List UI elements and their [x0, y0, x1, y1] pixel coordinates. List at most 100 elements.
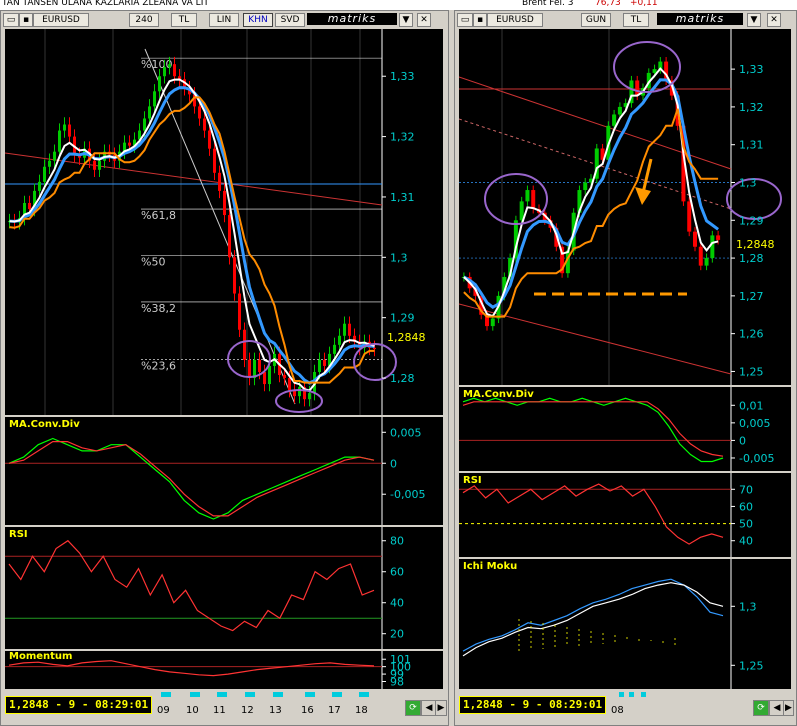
currency-button[interactable]: TL — [171, 13, 197, 27]
svd-button[interactable]: SVD — [275, 13, 305, 27]
axis-tick-label: 1,33 — [739, 63, 764, 76]
candle-body — [43, 166, 46, 182]
current-price-label: 1,2848 — [387, 331, 426, 344]
axis-tick-label: 1,29 — [739, 214, 764, 227]
axis-tick-label: 1,33 — [390, 70, 415, 83]
right-price-panel[interactable]: 1,33 1,32 1,31 1,3 1,29 1,28 1,27 1,26 1,25 1,28… — [458, 29, 791, 385]
close-icon[interactable]: ✕ — [767, 13, 781, 27]
candle-body — [698, 246, 703, 266]
indicator-line — [462, 397, 724, 463]
khn-button[interactable]: KHN — [243, 13, 273, 27]
close-icon[interactable]: ✕ — [417, 13, 431, 27]
left-price-chart: %100%61,8%50%38,2%23,6%0% -4,51 1,331,32… — [4, 29, 441, 485]
candle-body — [93, 160, 96, 170]
trend-line — [4, 152, 383, 206]
rsi-title: RSI — [463, 475, 482, 486]
axis-tick-label: -0,005 — [739, 452, 774, 465]
left-macd-panel[interactable]: 0,005 0 -0,005 MA.Conv.Div — [5, 417, 443, 525]
candle-body — [98, 160, 101, 170]
macd-title: MA.Conv.Div — [463, 389, 534, 400]
right-rsi-panel[interactable]: 70 60 50 40 RSI — [459, 473, 791, 559]
candle-body — [348, 323, 351, 336]
fib-level-label: %61,8 — [141, 209, 176, 222]
axis-tick-label: 80 — [390, 535, 404, 548]
candle-body — [333, 344, 336, 354]
candle-body — [48, 160, 51, 167]
candle-body — [53, 151, 56, 161]
axis-tick-label: 1,3 — [739, 600, 757, 613]
right-chart-window: ▭ ▪ EURUSD GUN TL matriks ▼ ✕ 1,33 1,32 … — [454, 10, 797, 726]
right-toolbar: ▭ ▪ EURUSD GUN TL matriks ▼ ✕ — [457, 13, 794, 27]
left-momentum-panel[interactable]: 101 100 99 98 Momentum — [5, 651, 443, 689]
candle-body — [490, 318, 495, 327]
axis-tick-label: 40 — [739, 535, 753, 548]
candle-body — [323, 359, 326, 366]
left-rsi-chart: 80 60 40 20 — [5, 527, 404, 649]
axis-tick-label: 98 — [390, 676, 404, 689]
date-tick-label: 08 — [611, 705, 624, 716]
ticker-change: +0,11 — [630, 0, 658, 8]
candle-body — [343, 323, 346, 336]
currency-button[interactable]: TL — [623, 13, 649, 27]
date-tick-label: 13 — [269, 705, 282, 716]
left-price-panel[interactable]: %100%61,8%50%38,2%23,6%0% -4,51 1,331,32… — [4, 29, 443, 485]
axis-tick-label: 1,25 — [739, 659, 764, 672]
candle-body — [583, 182, 588, 191]
date-marker — [190, 692, 200, 697]
chart-type-icon[interactable]: ▪ — [19, 13, 33, 27]
axis-tick-label: 0,01 — [739, 399, 764, 412]
candle-body — [308, 393, 311, 400]
axis-tick-label: 1,3 — [739, 176, 757, 189]
candle-body — [248, 359, 251, 379]
period-button[interactable]: 240 — [129, 13, 159, 27]
chart-type-icon[interactable]: ▪ — [473, 13, 487, 27]
current-price-label: 1,2848 — [736, 238, 775, 251]
axis-tick-label: 1,32 — [390, 131, 415, 144]
scroll-right-icon[interactable]: ▶ — [783, 700, 794, 716]
news-text: TAN TANSEN ULANA KAZLARIA ZLEANA VA LIT — [2, 0, 209, 8]
symbol-field[interactable]: EURUSD — [33, 13, 89, 27]
date-tick-label: 18 — [355, 705, 368, 716]
right-status-readout: 1,2848 - 9 - 08:29:01 — [459, 696, 607, 714]
axis-tick-label: 1,31 — [739, 139, 764, 152]
date-tick-label: 12 — [241, 705, 254, 716]
axis-tick-label: 1,28 — [390, 372, 415, 385]
candle-body — [318, 359, 321, 372]
symbol-field[interactable]: EURUSD — [487, 13, 543, 27]
dropdown-button[interactable]: ▼ — [399, 13, 413, 27]
candle-body — [163, 67, 166, 77]
axis-tick-label: 0 — [390, 457, 397, 470]
refresh-icon[interactable]: ⟳ — [405, 700, 421, 716]
left-rsi-panel[interactable]: 80 60 40 20 RSI — [5, 527, 443, 649]
candle-body — [68, 124, 71, 137]
momentum-title: Momentum — [9, 651, 73, 662]
indicator-line — [462, 578, 724, 652]
date-marker — [332, 692, 342, 697]
axis-tick-label: 50 — [739, 518, 753, 531]
period-button[interactable]: GUN — [581, 13, 611, 27]
candle-body — [704, 258, 709, 266]
right-ichimoku-panel[interactable]: 1,3 1,25 Ichi Moku — [459, 559, 791, 689]
axis-tick-label: -0,005 — [390, 488, 425, 501]
left-chart-window: ▭ ▪ EURUSD 240 TL LIN KHN SVD matriks ▼ … — [0, 10, 449, 726]
candle-body — [298, 387, 301, 397]
candle-body — [158, 76, 161, 92]
scroll-right-icon[interactable]: ▶ — [435, 700, 447, 716]
candle-body — [143, 118, 146, 131]
refresh-icon[interactable]: ⟳ — [753, 700, 769, 716]
left-macd-chart: 0,005 0 -0,005 — [5, 417, 425, 525]
candle-body — [531, 190, 536, 209]
dropdown-button[interactable]: ▼ — [747, 13, 761, 27]
window-menu-icon[interactable]: ▭ — [3, 13, 19, 27]
candle-body — [710, 235, 715, 259]
candle-body — [612, 114, 617, 126]
macd-title: MA.Conv.Div — [9, 419, 80, 430]
arrow-down-icon — [635, 187, 651, 205]
right-macd-panel[interactable]: 0,01 0,005 0 -0,005 MA.Conv.Div — [459, 387, 791, 471]
candle-body — [258, 359, 261, 372]
window-menu-icon[interactable]: ▭ — [457, 13, 473, 27]
lin-button[interactable]: LIN — [209, 13, 239, 27]
candle-body — [373, 347, 376, 350]
indicator-line — [462, 483, 724, 545]
right-ichimoku-chart: 1,3 1,25 — [462, 559, 764, 689]
